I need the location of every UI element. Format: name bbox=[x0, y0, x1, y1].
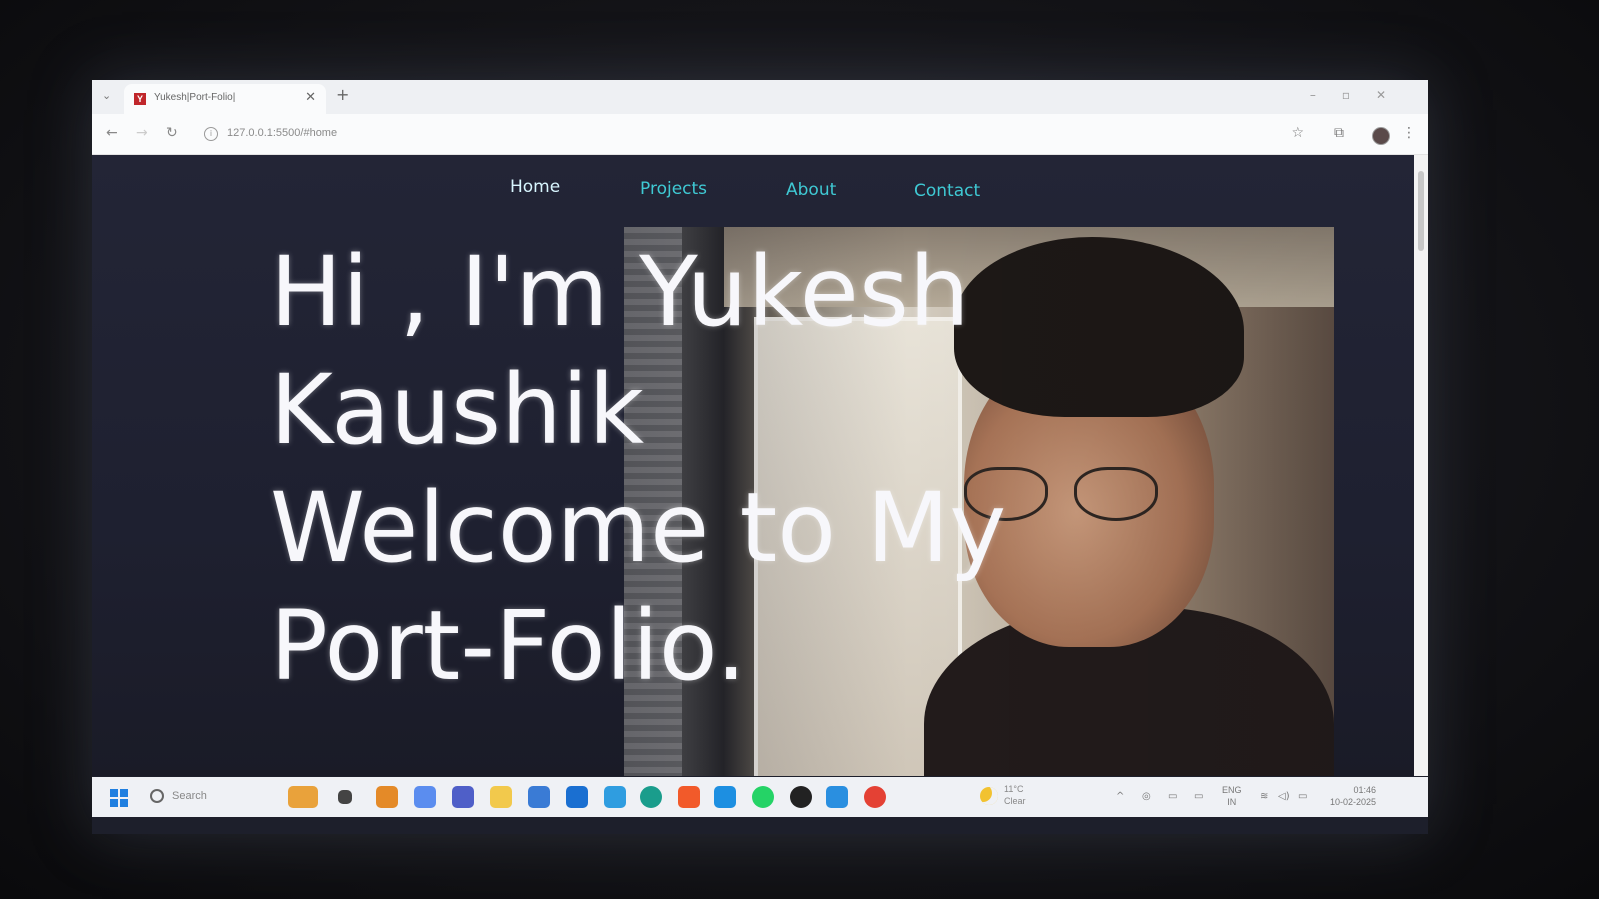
keyboard-icon[interactable]: ▭ bbox=[1168, 791, 1177, 802]
weather-icon[interactable] bbox=[980, 787, 998, 805]
address-bar[interactable]: 127.0.0.1:5500/#home bbox=[227, 127, 337, 139]
browser-tab[interactable]: Y Yukesh|Port-Folio| ✕ bbox=[124, 84, 326, 114]
hero-line: Port-Folio. bbox=[270, 590, 747, 702]
taskbar-app-icon[interactable] bbox=[752, 786, 774, 808]
weather-temp: 11°C bbox=[1004, 784, 1024, 794]
hero-heading: Hi , I'm Yukesh Kaushik Welcome to My Po… bbox=[270, 233, 1030, 705]
network-icon[interactable]: ◎ bbox=[1142, 791, 1151, 802]
chevron-down-icon[interactable]: ⌄ bbox=[102, 89, 111, 102]
taskbar-app-icon[interactable] bbox=[826, 786, 848, 808]
reload-icon[interactable]: ↻ bbox=[166, 125, 178, 141]
hero-line: Welcome to My bbox=[270, 472, 1007, 584]
taskbar-app-icon[interactable] bbox=[490, 786, 512, 808]
clock-date: 10-02-2025 bbox=[1329, 797, 1376, 807]
forward-icon[interactable]: → bbox=[136, 125, 148, 141]
favicon-icon: Y bbox=[134, 93, 146, 105]
hero-line: Hi , I'm Yukesh bbox=[270, 236, 970, 348]
nav-link-home[interactable]: Home bbox=[510, 177, 560, 197]
browser-toolbar: ← → ↻ i 127.0.0.1:5500/#home ☆ ⧉ ⋮ bbox=[92, 114, 1428, 155]
taskbar-app-icon[interactable] bbox=[376, 786, 398, 808]
taskbar-app-icon[interactable] bbox=[714, 786, 736, 808]
nav-link-contact[interactable]: Contact bbox=[914, 181, 980, 201]
wifi-icon[interactable]: ≋ bbox=[1260, 791, 1268, 802]
taskbar-app-icon[interactable] bbox=[678, 786, 700, 808]
page-viewport: Home Projects About Contact Hi , I'm Yuk… bbox=[92, 155, 1414, 776]
system-clock[interactable]: 01:46 10-02-2025 bbox=[1324, 784, 1376, 808]
profile-icon[interactable] bbox=[1372, 127, 1390, 145]
taskbar-app-icon[interactable] bbox=[790, 786, 812, 808]
taskbar-search[interactable]: Search bbox=[172, 790, 207, 802]
search-icon[interactable] bbox=[150, 789, 164, 803]
info-icon[interactable]: i bbox=[204, 127, 218, 141]
plus-icon[interactable]: + bbox=[336, 85, 349, 104]
menu-icon[interactable]: ⋮ bbox=[1402, 125, 1416, 141]
volume-icon[interactable]: ◁) bbox=[1278, 791, 1290, 802]
monitor-screen: ⌄ Y Yukesh|Port-Folio| ✕ + –▫✕ ← → ↻ i 1… bbox=[92, 80, 1428, 834]
taskbar: Search 11°C Clear ^ ◎ ▭ ▭ ENG IN ≋ ◁) ▭ bbox=[92, 777, 1428, 817]
taskbar-app-icon[interactable] bbox=[414, 786, 436, 808]
extensions-icon[interactable]: ⧉ bbox=[1334, 125, 1344, 141]
taskbar-app-icon[interactable] bbox=[452, 786, 474, 808]
tab-bar: ⌄ Y Yukesh|Port-Folio| ✕ + –▫✕ bbox=[92, 80, 1428, 114]
weather-widget[interactable]: 11°C Clear bbox=[1004, 783, 1026, 807]
weather-desc: Clear bbox=[1004, 796, 1026, 806]
taskbar-app-icon[interactable] bbox=[338, 790, 352, 804]
taskbar-app-icon[interactable] bbox=[640, 786, 662, 808]
taskbar-app-icon[interactable] bbox=[604, 786, 626, 808]
clock-time: 01:46 bbox=[1353, 785, 1376, 795]
battery-icon[interactable]: ▭ bbox=[1298, 791, 1307, 802]
display-icon[interactable]: ▭ bbox=[1194, 791, 1203, 802]
back-icon[interactable]: ← bbox=[106, 125, 118, 141]
taskbar-app-icon[interactable] bbox=[288, 786, 318, 808]
page-scrollbar[interactable] bbox=[1414, 155, 1428, 776]
window-controls[interactable]: –▫✕ bbox=[1310, 88, 1412, 102]
taskbar-app-icon[interactable] bbox=[566, 786, 588, 808]
nav-link-about[interactable]: About bbox=[786, 180, 836, 200]
hero-line: Kaushik bbox=[270, 354, 645, 466]
scrollbar-thumb[interactable] bbox=[1418, 171, 1424, 251]
chevron-up-icon[interactable]: ^ bbox=[1116, 791, 1124, 802]
star-icon[interactable]: ☆ bbox=[1291, 125, 1304, 141]
windows-icon[interactable] bbox=[110, 789, 128, 807]
nav-link-projects[interactable]: Projects bbox=[640, 179, 707, 199]
taskbar-app-icon[interactable] bbox=[864, 786, 886, 808]
language-indicator[interactable]: ENG IN bbox=[1222, 784, 1242, 808]
taskbar-app-icon[interactable] bbox=[528, 786, 550, 808]
close-icon[interactable]: ✕ bbox=[305, 90, 316, 105]
tab-title: Yukesh|Port-Folio| bbox=[154, 92, 236, 103]
